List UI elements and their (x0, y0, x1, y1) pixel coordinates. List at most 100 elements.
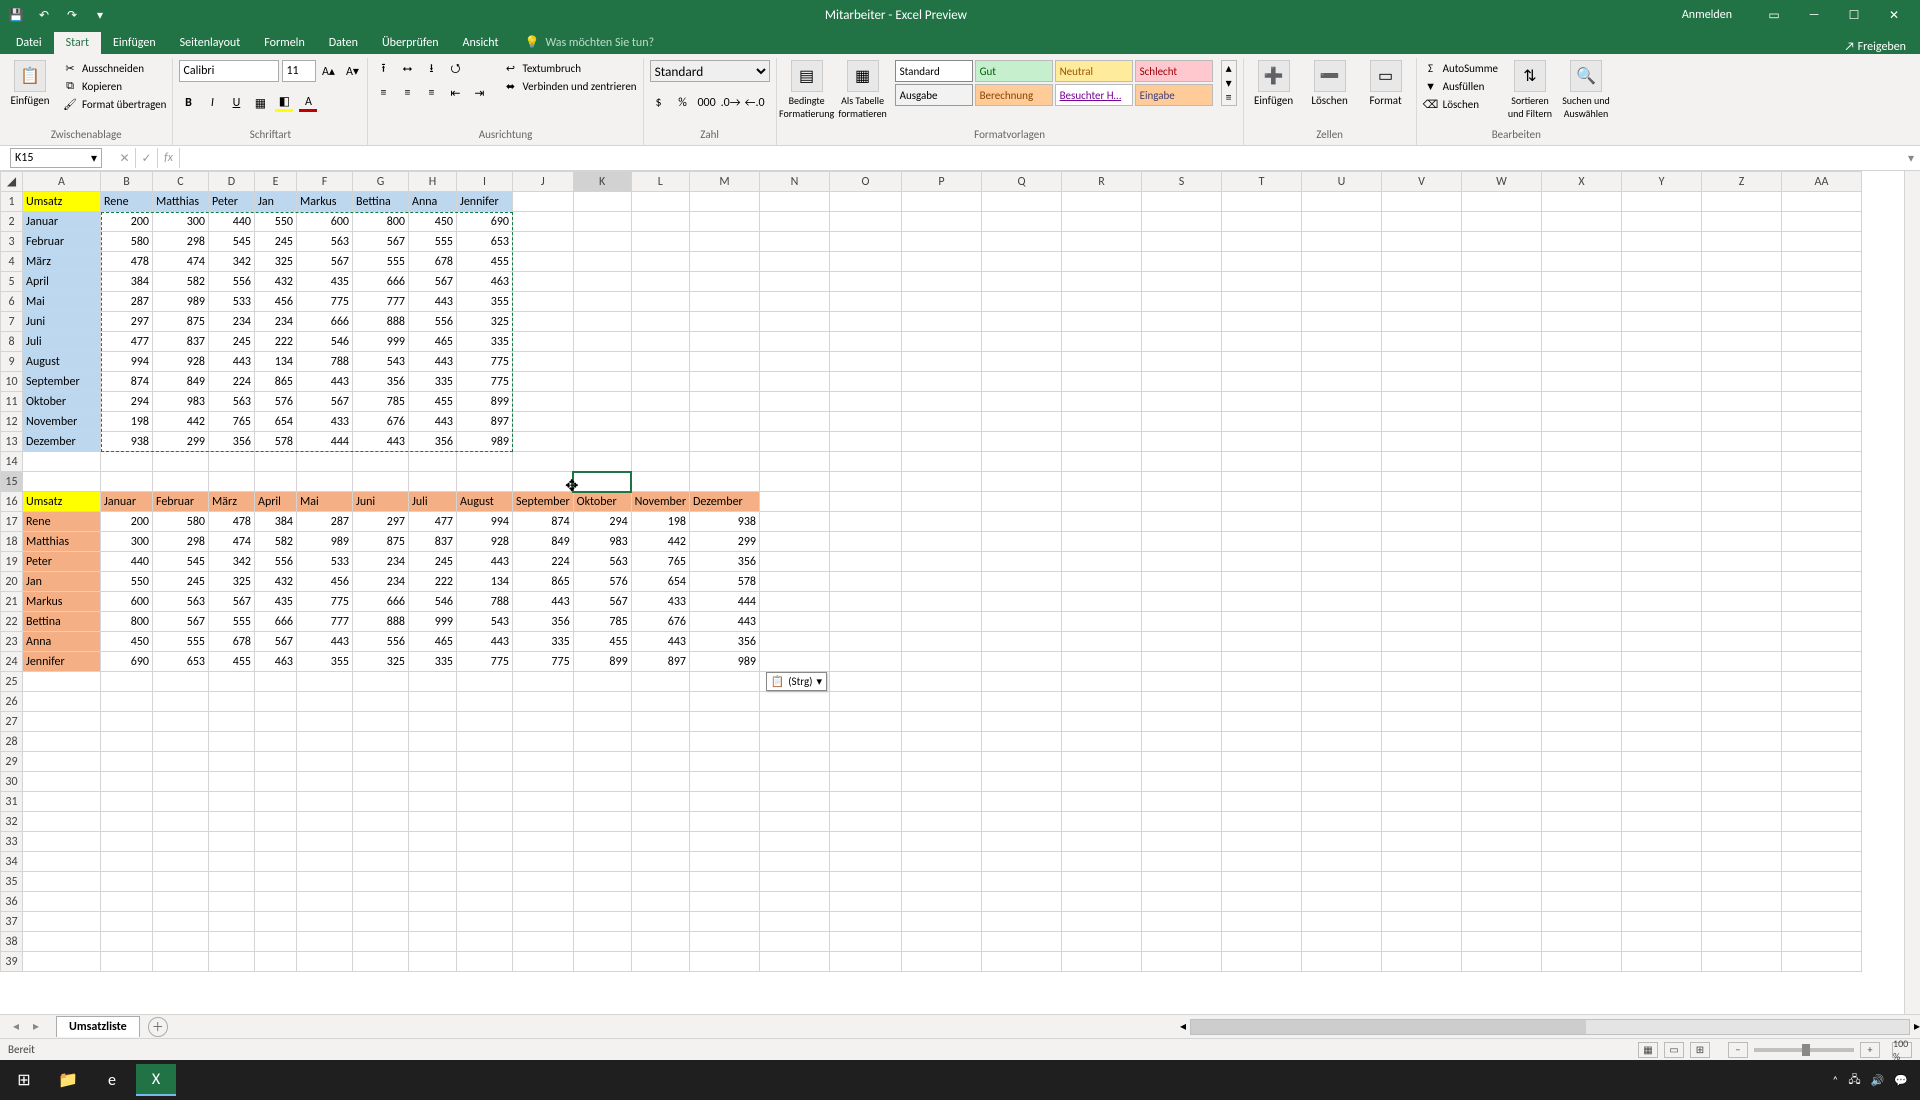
cell-L25[interactable] (631, 672, 689, 692)
cell-L10[interactable] (631, 372, 689, 392)
cell-U8[interactable] (1302, 332, 1382, 352)
cell-N1[interactable] (760, 192, 830, 212)
cell-G20[interactable]: 234 (353, 572, 409, 592)
ribbon-options-icon[interactable]: ▭ (1754, 1, 1794, 29)
cell-R25[interactable] (1062, 672, 1142, 692)
cell-B25[interactable] (101, 672, 153, 692)
cell-I21[interactable]: 788 (457, 592, 513, 612)
cell-X23[interactable] (1542, 632, 1622, 652)
cell-B6[interactable]: 287 (101, 292, 153, 312)
zoom-level[interactable]: 100 % (1892, 1042, 1912, 1058)
cell-Q25[interactable] (982, 672, 1062, 692)
cell-C37[interactable] (153, 912, 209, 932)
cell-B30[interactable] (101, 772, 153, 792)
cell-K2[interactable] (573, 212, 631, 232)
cell-I31[interactable] (457, 792, 513, 812)
cell-O36[interactable] (830, 892, 902, 912)
cell-T32[interactable] (1222, 812, 1302, 832)
cell-J28[interactable] (513, 732, 574, 752)
bold-button[interactable]: B (179, 94, 197, 112)
row-header-18[interactable]: 18 (1, 532, 23, 552)
cell-M12[interactable] (690, 412, 760, 432)
cell-K15[interactable] (573, 472, 631, 492)
cell-A17[interactable]: Rene (23, 512, 101, 532)
hscroll-left-icon[interactable]: ◂ (1180, 1019, 1186, 1034)
cell-T21[interactable] (1222, 592, 1302, 612)
cell-H35[interactable] (409, 872, 457, 892)
cell-G17[interactable]: 297 (353, 512, 409, 532)
tab-home[interactable]: Start (54, 32, 101, 54)
cell-E35[interactable] (255, 872, 297, 892)
cell-U5[interactable] (1302, 272, 1382, 292)
cell-G5[interactable]: 666 (353, 272, 409, 292)
row-header-11[interactable]: 11 (1, 392, 23, 412)
view-pagelayout-icon[interactable]: ▭ (1664, 1042, 1684, 1058)
cell-Q5[interactable] (982, 272, 1062, 292)
cell-E3[interactable]: 245 (255, 232, 297, 252)
cell-J7[interactable] (513, 312, 574, 332)
cell-I23[interactable]: 443 (457, 632, 513, 652)
undo-icon[interactable]: ↶ (34, 5, 54, 25)
cell-C13[interactable]: 299 (153, 432, 209, 452)
cell-V22[interactable] (1382, 612, 1462, 632)
cell-F34[interactable] (297, 852, 353, 872)
col-header-P[interactable]: P (902, 172, 982, 192)
cell-AA31[interactable] (1782, 792, 1862, 812)
cell-U20[interactable] (1302, 572, 1382, 592)
cell-O29[interactable] (830, 752, 902, 772)
cell-T17[interactable] (1222, 512, 1302, 532)
cell-Y15[interactable] (1622, 472, 1702, 492)
cell-G11[interactable]: 785 (353, 392, 409, 412)
cell-Y22[interactable] (1622, 612, 1702, 632)
cell-A7[interactable]: Juni (23, 312, 101, 332)
fx-icon[interactable]: fx (158, 148, 180, 168)
cell-D6[interactable]: 533 (209, 292, 255, 312)
cell-G13[interactable]: 443 (353, 432, 409, 452)
cell-V2[interactable] (1382, 212, 1462, 232)
cell-M30[interactable] (690, 772, 760, 792)
cell-U7[interactable] (1302, 312, 1382, 332)
col-header-C[interactable]: C (153, 172, 209, 192)
cell-K11[interactable] (573, 392, 631, 412)
cell-M21[interactable]: 444 (690, 592, 760, 612)
cell-U12[interactable] (1302, 412, 1382, 432)
cell-E9[interactable]: 134 (255, 352, 297, 372)
clear-button[interactable]: ⌫Löschen (1423, 96, 1498, 112)
cell-U25[interactable] (1302, 672, 1382, 692)
cell-AA29[interactable] (1782, 752, 1862, 772)
cell-A33[interactable] (23, 832, 101, 852)
style-schlecht[interactable]: Schlecht (1135, 60, 1213, 82)
cell-T9[interactable] (1222, 352, 1302, 372)
cell-Y30[interactable] (1622, 772, 1702, 792)
cell-C31[interactable] (153, 792, 209, 812)
cell-M5[interactable] (690, 272, 760, 292)
cell-C35[interactable] (153, 872, 209, 892)
cell-M11[interactable] (690, 392, 760, 412)
row-header-37[interactable]: 37 (1, 912, 23, 932)
cell-M31[interactable] (690, 792, 760, 812)
cell-I38[interactable] (457, 932, 513, 952)
cell-C36[interactable] (153, 892, 209, 912)
cell-J17[interactable]: 874 (513, 512, 574, 532)
cell-G27[interactable] (353, 712, 409, 732)
cell-E32[interactable] (255, 812, 297, 832)
cell-G12[interactable]: 676 (353, 412, 409, 432)
cell-K37[interactable] (573, 912, 631, 932)
merge-button[interactable]: ⬌Verbinden und zentrieren (502, 78, 636, 94)
cell-AA13[interactable] (1782, 432, 1862, 452)
cell-H22[interactable]: 999 (409, 612, 457, 632)
style-besuchter[interactable]: Besuchter H… (1055, 84, 1133, 106)
cell-Z7[interactable] (1702, 312, 1782, 332)
cell-R7[interactable] (1062, 312, 1142, 332)
cell-P36[interactable] (902, 892, 982, 912)
cell-B17[interactable]: 200 (101, 512, 153, 532)
cell-F22[interactable]: 777 (297, 612, 353, 632)
cell-L2[interactable] (631, 212, 689, 232)
cell-Z35[interactable] (1702, 872, 1782, 892)
cell-A11[interactable]: Oktober (23, 392, 101, 412)
cell-U35[interactable] (1302, 872, 1382, 892)
cell-G1[interactable]: Bettina (353, 192, 409, 212)
cell-J12[interactable] (513, 412, 574, 432)
cell-O6[interactable] (830, 292, 902, 312)
cell-Z23[interactable] (1702, 632, 1782, 652)
